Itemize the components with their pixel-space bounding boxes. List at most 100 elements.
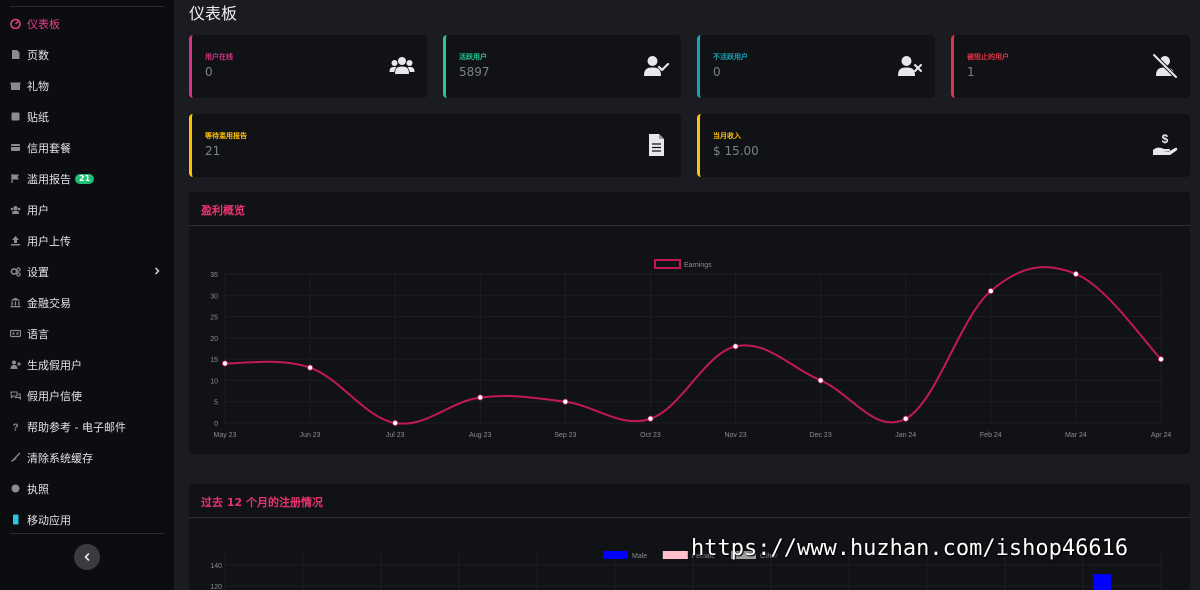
users-icon <box>10 204 21 215</box>
y-tick-label: 140 <box>210 563 222 570</box>
x-tick-label: Aug 23 <box>469 432 491 439</box>
sidebar-item-package[interactable]: 信用套餐 <box>0 132 174 163</box>
data-point[interactable] <box>562 398 569 405</box>
data-point[interactable] <box>817 377 824 384</box>
document-icon <box>649 134 664 156</box>
sidebar-item-label: 礼物 <box>27 79 49 93</box>
sticker-icon <box>10 111 21 122</box>
sidebar-item-badge: 21 <box>75 173 95 184</box>
bank-icon <box>10 297 21 308</box>
sidebar-item-user-plus[interactable]: 生成假用户 <box>0 349 174 380</box>
stat-card-value: 21 <box>205 144 221 158</box>
data-point[interactable] <box>392 419 399 426</box>
svg-text:$: $ <box>1162 132 1169 146</box>
dashboard-icon <box>10 18 21 29</box>
stat-card-value: 1 <box>967 65 975 79</box>
hand-dollar-icon: $ <box>1153 132 1178 155</box>
stat-card-active-users[interactable]: 活跃用户 5897 <box>443 35 681 98</box>
question-icon: ? <box>10 421 21 433</box>
y-tick-label: 30 <box>210 293 218 300</box>
sidebar-item-users[interactable]: 用户 <box>0 194 174 225</box>
messenger-icon <box>10 390 21 401</box>
x-tick-label: Dec 23 <box>810 432 832 439</box>
sidebar-item-label: 移动应用 <box>27 513 71 527</box>
stat-card-label: 等待滥用报告 <box>205 132 247 140</box>
sidebar-item-label: 贴纸 <box>27 110 49 124</box>
sidebar-item-gears[interactable]: 设置 <box>0 256 174 287</box>
user-check-icon <box>644 56 669 76</box>
stat-card-value: 0 <box>205 65 213 79</box>
data-point[interactable] <box>732 343 739 350</box>
bar-male[interactable] <box>1093 574 1111 590</box>
user-slash-icon <box>1152 53 1178 79</box>
mobile-icon <box>10 514 21 525</box>
sidebar-item-language[interactable]: 语言 <box>0 318 174 349</box>
sidebar-item-dashboard[interactable]: 仪表板 <box>0 8 174 39</box>
stat-card-value: 0 <box>713 65 721 79</box>
user-times-icon <box>898 56 922 76</box>
flag-icon <box>10 173 21 184</box>
chevron-left-icon <box>84 553 90 561</box>
data-point[interactable] <box>1158 356 1165 363</box>
data-point[interactable] <box>987 288 994 295</box>
chart-legend[interactable]: Earnings <box>654 259 712 269</box>
stat-card-users-online[interactable]: 用户在线 0 <box>189 35 427 98</box>
data-point[interactable] <box>222 360 229 367</box>
sidebar-item-label: 执照 <box>27 482 49 496</box>
stat-card-label: 不活跃用户 <box>713 53 748 61</box>
sidebar-divider-top <box>10 6 164 7</box>
x-tick-label: May 23 <box>214 432 237 439</box>
y-tick-label: 0 <box>214 421 218 428</box>
legend-label: Earnings <box>684 262 712 269</box>
users-icon <box>389 57 415 74</box>
sidebar-item-mobile[interactable]: 移动应用 <box>0 504 174 535</box>
language-icon <box>10 328 21 339</box>
sidebar-item-messenger[interactable]: 假用户信使 <box>0 380 174 411</box>
sidebar-item-label: 滥用报告 <box>27 172 71 186</box>
gift-icon <box>10 80 21 91</box>
app-root: 仪表板页数礼物贴纸信用套餐滥用报告 21 用户用户上传设置金融交易 语言生成假用户假用… <box>0 0 1200 590</box>
svg-text:?: ? <box>12 423 18 433</box>
sidebar: 仪表板页数礼物贴纸信用套餐滥用报告 21 用户用户上传设置金融交易 语言生成假用户假用… <box>0 0 174 590</box>
sidebar-item-gift[interactable]: 礼物 <box>0 70 174 101</box>
package-icon <box>10 142 21 153</box>
chart-grid <box>224 273 1162 424</box>
data-point[interactable] <box>902 415 909 422</box>
data-point[interactable] <box>477 394 484 401</box>
legend-swatch <box>603 551 628 559</box>
sidebar-item-sticker[interactable]: 贴纸 <box>0 101 174 132</box>
sidebar-collapse-button[interactable] <box>74 544 100 570</box>
sidebar-item-upload[interactable]: 用户上传 <box>0 225 174 256</box>
sidebar-item-broom[interactable]: 清除系统缓存 <box>0 442 174 473</box>
data-point[interactable] <box>647 415 654 422</box>
sidebar-item-label: 生成假用户 <box>27 358 82 372</box>
sidebar-item-page[interactable]: 页数 <box>0 39 174 70</box>
data-point[interactable] <box>1072 271 1079 278</box>
y-tick-label: 35 <box>210 272 218 279</box>
sidebar-item-bank[interactable]: 金融交易 <box>0 287 174 318</box>
y-tick-label: 5 <box>214 400 218 407</box>
stat-card-monthly-revenue[interactable]: 当月收入 $ 15.00 $ <box>697 114 1190 177</box>
stat-card-inactive-users[interactable]: 不活跃用户 0 <box>697 35 935 98</box>
stat-card-blocked-users[interactable]: 被阻止的用户 1 <box>951 35 1190 98</box>
stat-card-value: $ 15.00 <box>713 144 759 158</box>
earnings-panel: 盈利概览 0 5 10 15 20 25 30 35 May 23 Jun 23 Jul 23 Aug… <box>189 192 1190 454</box>
page-icon <box>10 49 21 60</box>
data-point[interactable] <box>307 364 314 371</box>
sidebar-item-label: 假用户信使 <box>27 389 82 403</box>
gears-icon <box>10 266 21 277</box>
sidebar-item-label: 设置 <box>27 265 49 279</box>
sidebar-item-question[interactable]: ? 帮助参考 - 电子邮件 <box>0 411 174 442</box>
y-tick-label: 20 <box>210 336 218 343</box>
x-tick-label: Oct 23 <box>640 432 661 439</box>
legend-swatch <box>662 551 688 559</box>
sidebar-item-flag[interactable]: 滥用报告 21 <box>0 163 174 194</box>
y-tick-label: 120 <box>210 584 222 590</box>
sidebar-item-label: 页数 <box>27 48 49 62</box>
legend-swatch <box>654 259 681 269</box>
sidebar-item-label: 帮助参考 - 电子邮件 <box>27 420 126 434</box>
sidebar-item-circle[interactable]: 执照 <box>0 473 174 504</box>
stat-card-pending-reports[interactable]: 等待滥用报告 21 <box>189 114 681 177</box>
sidebar-item-label: 用户上传 <box>27 234 71 248</box>
stat-card-label: 当月收入 <box>713 132 741 140</box>
